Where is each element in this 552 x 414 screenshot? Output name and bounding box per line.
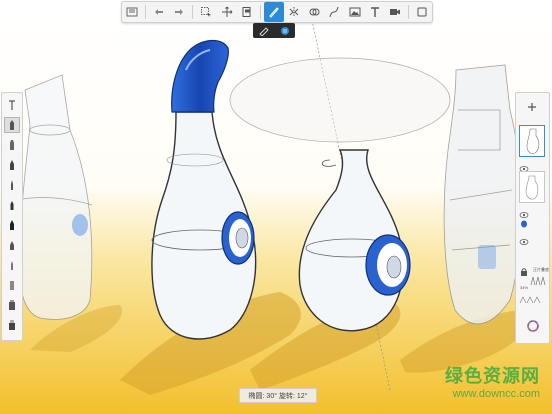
redo-icon[interactable] xyxy=(169,2,189,22)
toolbar-divider xyxy=(192,5,194,19)
blue-swatch-icon[interactable] xyxy=(520,215,530,228)
blend-icon[interactable] xyxy=(278,24,292,37)
brush-airbrush[interactable] xyxy=(4,157,20,173)
brush-palette xyxy=(1,92,23,341)
brush-pencil[interactable] xyxy=(4,117,20,133)
brush-marker[interactable] xyxy=(4,137,20,153)
brush-fill[interactable] xyxy=(4,317,20,333)
lock-icon[interactable] xyxy=(519,263,529,276)
brush-icon[interactable] xyxy=(263,2,284,22)
brush-ink[interactable] xyxy=(4,257,20,273)
brush-fineliner[interactable] xyxy=(4,197,20,213)
select-icon[interactable] xyxy=(196,2,216,22)
opacity-label: 34% xyxy=(520,285,529,290)
layer-thumb-1[interactable] xyxy=(519,125,545,157)
copy-icon[interactable] xyxy=(237,2,257,22)
color-wheel-icon[interactable] xyxy=(527,319,539,332)
visibility-icon[interactable] xyxy=(519,160,529,172)
opacity-slider[interactable] xyxy=(519,291,545,304)
visibility-icon[interactable] xyxy=(519,233,529,245)
watermark: 绿色资源网 www.downcc.com xyxy=(445,362,540,400)
brush-paint[interactable] xyxy=(4,177,20,193)
visibility-icon[interactable] xyxy=(519,206,529,218)
layers-icon[interactable] xyxy=(122,2,142,22)
video-icon[interactable] xyxy=(385,2,405,22)
symmetry-icon[interactable] xyxy=(284,2,304,22)
transform-icon[interactable] xyxy=(217,2,237,22)
brush-felt[interactable] xyxy=(4,237,20,253)
layers-panel: 正片叠底 34% xyxy=(515,92,550,344)
drawing-canvas[interactable] xyxy=(0,0,552,414)
layer-thumb-2[interactable] xyxy=(519,171,545,203)
brush-smudge[interactable] xyxy=(4,297,20,313)
brush-calligraphy[interactable] xyxy=(4,217,20,233)
image-icon[interactable] xyxy=(344,2,364,22)
brush-strip-icon xyxy=(530,273,546,286)
toolbar-divider xyxy=(259,5,261,19)
text-icon[interactable] xyxy=(365,2,385,22)
brush-chisel[interactable] xyxy=(4,277,20,293)
brush-ballpoint[interactable] xyxy=(4,97,20,113)
undo-icon[interactable] xyxy=(149,2,169,22)
ellipse-rotation-status: 椭圆: 30° 旋转: 12° xyxy=(239,388,317,403)
add-layer-icon[interactable] xyxy=(527,99,537,111)
watermark-title: 绿色资源网 xyxy=(445,366,540,386)
toolbar-divider xyxy=(145,5,147,19)
fullscreen-icon[interactable] xyxy=(412,2,432,22)
watermark-url: www.downcc.com xyxy=(452,388,540,400)
curve-icon[interactable] xyxy=(324,2,344,22)
brush-subtoolbar xyxy=(253,23,295,38)
top-toolbar xyxy=(121,1,433,23)
eraser-icon[interactable] xyxy=(257,24,271,37)
ruler-icon[interactable] xyxy=(304,2,324,22)
toolbar-divider xyxy=(407,5,409,19)
